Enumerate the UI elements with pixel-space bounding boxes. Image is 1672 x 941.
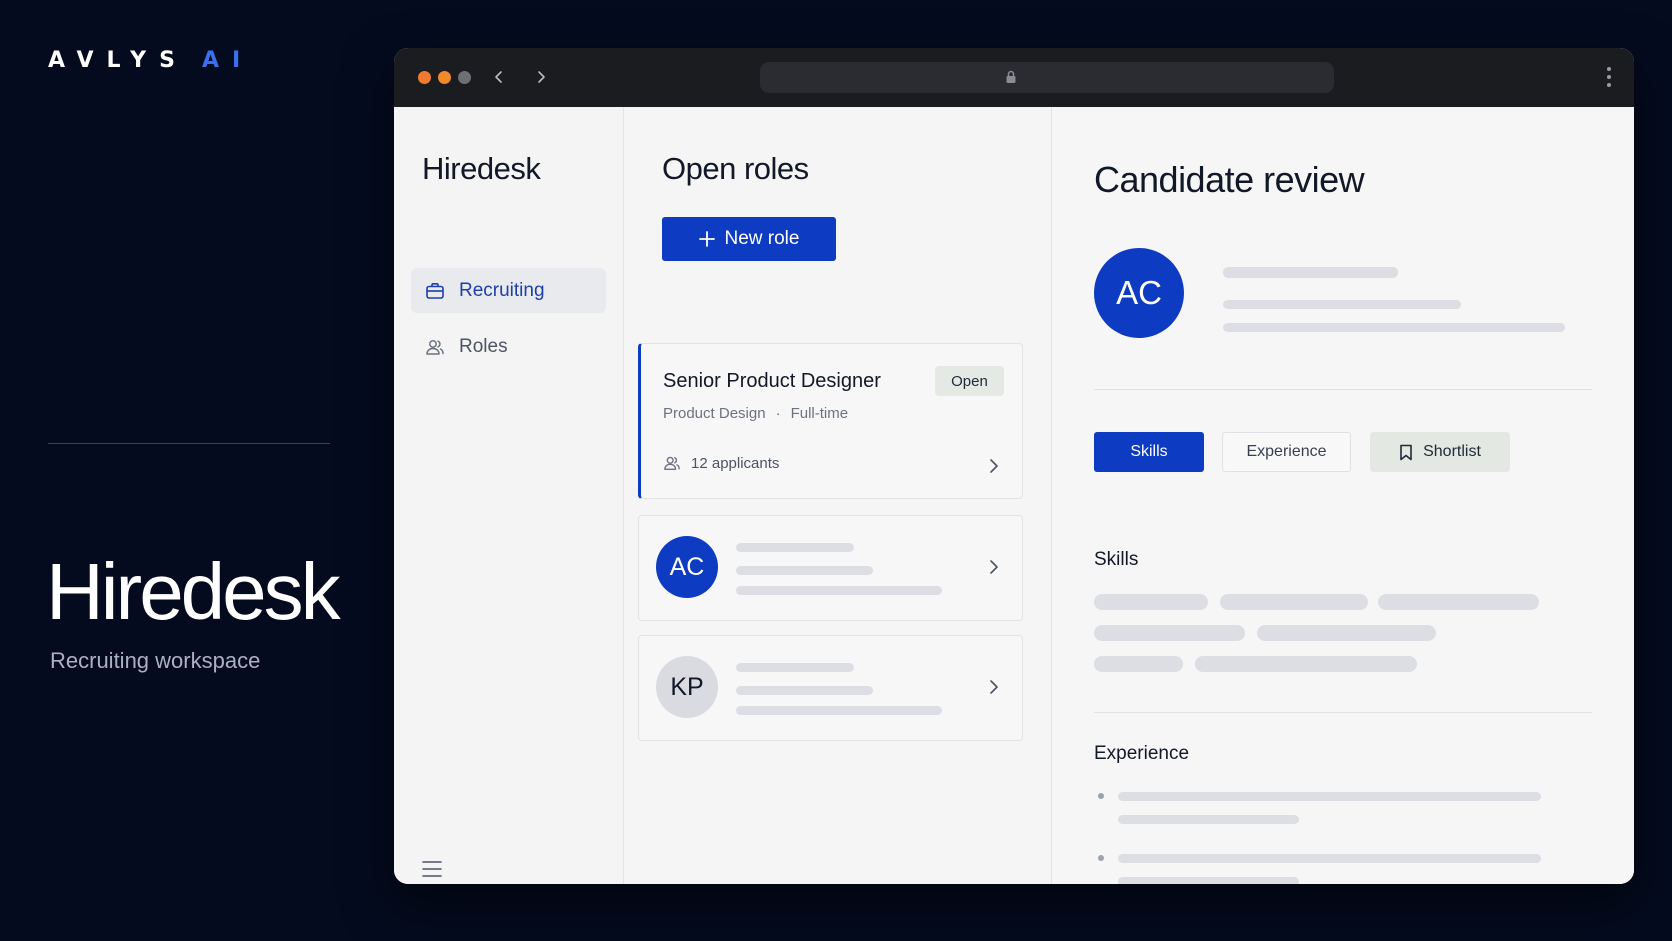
- browser-titlebar: [394, 48, 1634, 107]
- brand-subtitle: Recruiting workspace: [50, 648, 261, 673]
- avatar: AC: [656, 536, 718, 598]
- role-employment-type: Full-time: [790, 405, 849, 422]
- skills-heading: Skills: [1094, 549, 1139, 570]
- users-icon: [664, 456, 680, 470]
- maximize-window-button[interactable]: [458, 71, 471, 84]
- skill-chip-placeholder: [1378, 594, 1539, 610]
- experience-heading: Experience: [1094, 743, 1190, 764]
- chevron-right-icon[interactable]: [988, 559, 1000, 575]
- tab-skills[interactable]: Skills: [1094, 432, 1204, 472]
- placeholder-line: [736, 543, 854, 552]
- skill-chip-placeholder: [1094, 594, 1208, 610]
- new-role-label: New role: [724, 228, 800, 249]
- lock-icon: [1006, 70, 1016, 83]
- role-meta: Product Design · Full-time: [663, 405, 848, 422]
- open-roles-title: Open roles: [662, 151, 809, 186]
- shortlist-label: Shortlist: [1423, 443, 1481, 460]
- sidebar-item-label: Roles: [459, 335, 508, 357]
- list-bullet: [1098, 855, 1104, 861]
- forward-button[interactable]: [528, 64, 554, 90]
- briefcase-icon: [426, 282, 444, 299]
- chevron-left-icon: [495, 71, 502, 83]
- more-options-icon[interactable]: [1606, 66, 1612, 88]
- close-window-button[interactable]: [418, 71, 431, 84]
- sidebar-item-roles[interactable]: Roles: [411, 324, 606, 369]
- open-roles-panel: Open roles New role Senior Product Desig…: [624, 107, 1052, 884]
- brand-logo-main: AVLYS: [48, 48, 188, 73]
- placeholder-line: [1223, 323, 1565, 332]
- placeholder-line: [1118, 815, 1299, 824]
- candidate-card[interactable]: AC: [638, 515, 1023, 621]
- role-card[interactable]: Senior Product Designer Open Product Des…: [638, 343, 1023, 499]
- tab-experience[interactable]: Experience: [1222, 432, 1351, 472]
- role-applicants: 12 applicants: [663, 454, 779, 472]
- meta-separator: ·: [775, 405, 781, 422]
- placeholder-line: [1118, 877, 1299, 884]
- brand-logo: AVLYS AI: [48, 48, 253, 73]
- app-name: Hiredesk: [422, 151, 541, 186]
- status-badge: Open: [935, 366, 1004, 396]
- browser-window: Hiredesk Recruiting Roles Open roles New…: [394, 48, 1634, 884]
- list-bullet: [1098, 793, 1104, 799]
- brand-logo-accent: AI: [201, 48, 254, 73]
- candidate-review-panel: Candidate review AC Skills Experience Sh…: [1052, 107, 1634, 884]
- sidebar-item-recruiting[interactable]: Recruiting: [411, 268, 606, 313]
- bookmark-icon: [1400, 444, 1412, 460]
- skill-chip-placeholder: [1257, 625, 1436, 641]
- divider: [1094, 389, 1592, 390]
- avatar: KP: [656, 656, 718, 718]
- hamburger-menu-icon[interactable]: [422, 860, 442, 878]
- placeholder-line: [736, 663, 854, 672]
- applicants-count: 12 applicants: [691, 454, 780, 472]
- placeholder-line: [1118, 792, 1541, 801]
- placeholder-line: [736, 566, 873, 575]
- back-button[interactable]: [486, 64, 512, 90]
- minimize-window-button[interactable]: [438, 71, 451, 84]
- skill-chip-placeholder: [1094, 625, 1245, 641]
- role-title: Senior Product Designer: [663, 370, 881, 392]
- brand-divider: [48, 443, 330, 444]
- skill-chip-placeholder: [1195, 656, 1417, 672]
- skill-chip-placeholder: [1220, 594, 1368, 610]
- chevron-right-icon: [538, 71, 545, 83]
- plus-icon: [698, 231, 715, 247]
- new-role-button[interactable]: New role: [662, 217, 836, 261]
- chevron-right-icon[interactable]: [988, 458, 1000, 474]
- role-department: Product Design: [663, 405, 766, 422]
- address-bar[interactable]: [760, 62, 1334, 93]
- chevron-right-icon[interactable]: [988, 679, 1000, 695]
- placeholder-line: [1223, 300, 1461, 309]
- candidate-card[interactable]: KP: [638, 635, 1023, 741]
- avatar: AC: [1094, 248, 1184, 338]
- placeholder-line: [736, 586, 942, 595]
- placeholder-line: [1223, 267, 1398, 278]
- users-icon: [426, 339, 444, 355]
- skill-chip-placeholder: [1094, 656, 1183, 672]
- placeholder-line: [736, 706, 942, 715]
- sidebar: Hiredesk Recruiting Roles: [394, 107, 624, 884]
- shortlist-button[interactable]: Shortlist: [1370, 432, 1510, 472]
- placeholder-line: [1118, 854, 1541, 863]
- sidebar-item-label: Recruiting: [459, 279, 545, 301]
- candidate-review-title: Candidate review: [1094, 159, 1365, 200]
- divider: [1094, 712, 1592, 713]
- brand-title: Hiredesk: [46, 547, 341, 636]
- placeholder-line: [736, 686, 873, 695]
